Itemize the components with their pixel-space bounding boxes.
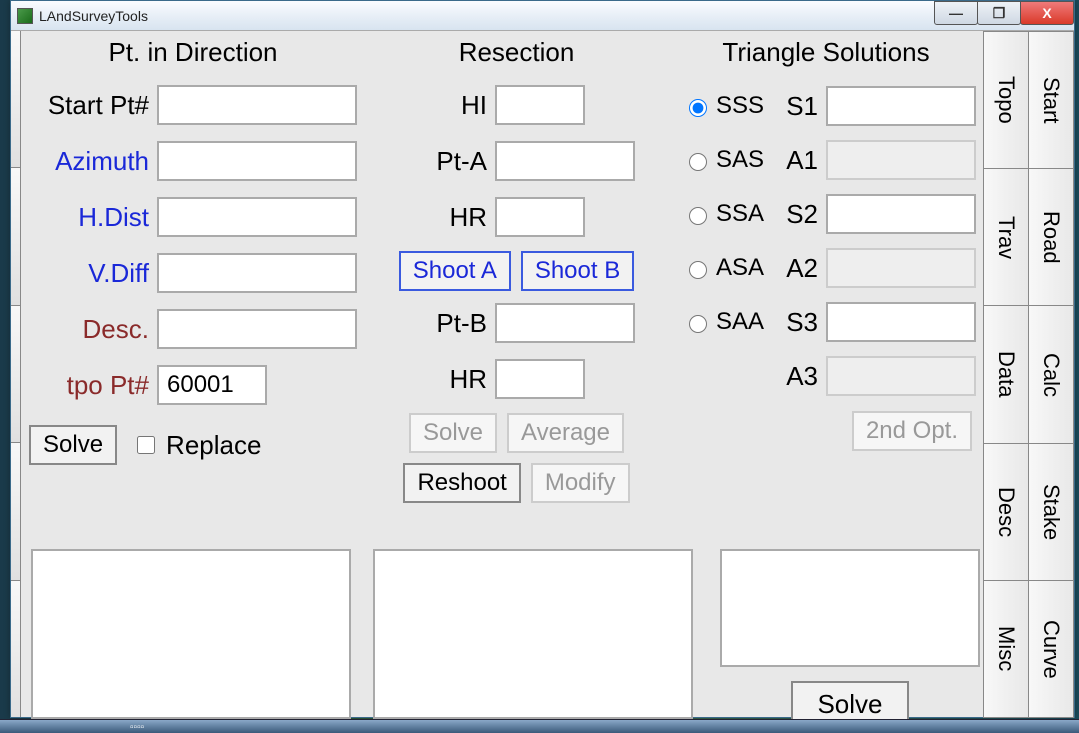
left-rail-tab[interactable] <box>11 168 20 305</box>
radio-sas[interactable]: SAS <box>676 146 776 174</box>
s2-input[interactable] <box>826 194 976 234</box>
azimuth-input[interactable] <box>157 141 357 181</box>
s3-label: S3 <box>776 307 826 338</box>
radio-ssa[interactable]: SSA <box>676 200 776 228</box>
pta-input[interactable] <box>495 141 635 181</box>
s3-input[interactable] <box>826 302 976 342</box>
solve-button[interactable]: Solve <box>29 425 117 465</box>
triangle-solutions-panel: Triangle Solutions SSS S1 SAS A1 SSA S2 <box>676 37 976 517</box>
left-rail-tab[interactable] <box>11 443 20 580</box>
start-pt-input[interactable] <box>157 85 357 125</box>
radio-saa-input[interactable] <box>689 315 707 333</box>
pta-label: Pt-A <box>367 146 495 177</box>
taskbar[interactable]: ▫▫▫▫ <box>0 719 1079 733</box>
radio-sas-input[interactable] <box>689 153 707 171</box>
panel-header: Resection <box>367 37 666 73</box>
a1-input[interactable] <box>826 140 976 180</box>
titlebar[interactable]: LAndSurveyTools — ❐ X <box>11 1 1074 31</box>
tab-stake[interactable]: Stake <box>1028 443 1074 581</box>
a1-label: A1 <box>776 145 826 176</box>
hi-label: HI <box>367 90 495 121</box>
second-opt-button[interactable]: 2nd Opt. <box>852 411 972 451</box>
tab-curve[interactable]: Curve <box>1028 580 1074 718</box>
taskbar-pins-icon: ▫▫▫▫ <box>130 722 144 733</box>
a2-input[interactable] <box>826 248 976 288</box>
hr-b-input[interactable] <box>495 359 585 399</box>
output-box-1[interactable] <box>31 549 351 719</box>
a3-input[interactable] <box>826 356 976 396</box>
hdist-input[interactable] <box>157 197 357 237</box>
desc-input[interactable] <box>157 309 357 349</box>
output-box-3[interactable] <box>720 549 980 667</box>
main-panel: Pt. in Direction Start Pt# Azimuth H.Dis… <box>21 31 984 717</box>
app-window: LAndSurveyTools — ❐ X Pt. in Direction S… <box>10 0 1075 718</box>
ptb-label: Pt-B <box>367 308 495 339</box>
tab-calc[interactable]: Calc <box>1028 305 1074 443</box>
pt-in-direction-panel: Pt. in Direction Start Pt# Azimuth H.Dis… <box>29 37 357 517</box>
window-title: LAndSurveyTools <box>39 8 148 24</box>
radio-ssa-input[interactable] <box>689 207 707 225</box>
work-area: Pt. in Direction Start Pt# Azimuth H.Dis… <box>11 31 1074 717</box>
left-rail <box>11 31 21 717</box>
vdiff-label: V.Diff <box>29 258 157 289</box>
hi-input[interactable] <box>495 85 585 125</box>
left-rail-tab[interactable] <box>11 31 20 168</box>
azimuth-label: Azimuth <box>29 146 157 177</box>
minimize-button[interactable]: — <box>934 1 978 25</box>
panel-header: Triangle Solutions <box>676 37 976 73</box>
vdiff-input[interactable] <box>157 253 357 293</box>
ptb-input[interactable] <box>495 303 635 343</box>
radio-sss[interactable]: SSS <box>676 92 776 120</box>
s2-label: S2 <box>776 199 826 230</box>
hr-a-label: HR <box>367 202 495 233</box>
radio-asa-input[interactable] <box>689 261 707 279</box>
tab-topo[interactable]: Topo <box>983 31 1029 169</box>
tab-road[interactable]: Road <box>1028 168 1074 306</box>
tab-data[interactable]: Data <box>983 305 1029 443</box>
tpo-pt-input[interactable] <box>157 365 267 405</box>
window-controls: — ❐ X <box>935 1 1074 25</box>
radio-sss-input[interactable] <box>689 99 707 117</box>
hdist-label: H.Dist <box>29 202 157 233</box>
resection-solve-button[interactable]: Solve <box>409 413 497 453</box>
hr-b-label: HR <box>367 364 495 395</box>
tab-start[interactable]: Start <box>1028 31 1074 169</box>
tab-trav[interactable]: Trav <box>983 168 1029 306</box>
reshoot-button[interactable]: Reshoot <box>403 463 520 503</box>
panel-header: Pt. in Direction <box>29 37 357 73</box>
outer-rail: Start Road Calc Stake Curve <box>1029 31 1074 717</box>
s1-input[interactable] <box>826 86 976 126</box>
a2-label: A2 <box>776 253 826 284</box>
a3-label: A3 <box>776 361 826 392</box>
resection-panel: Resection HI Pt-A HR Shoot A <box>367 37 666 517</box>
maximize-button[interactable]: ❐ <box>977 1 1021 25</box>
desc-label: Desc. <box>29 314 157 345</box>
app-icon <box>17 8 33 24</box>
output-area: Solve <box>31 549 991 728</box>
s1-label: S1 <box>776 91 826 122</box>
replace-checkbox-input[interactable] <box>137 436 155 454</box>
modify-button[interactable]: Modify <box>531 463 630 503</box>
radio-asa[interactable]: ASA <box>676 254 776 282</box>
start-pt-label: Start Pt# <box>29 90 157 121</box>
replace-checkbox[interactable]: Replace <box>133 430 261 461</box>
close-button[interactable]: X <box>1020 1 1074 25</box>
left-rail-tab[interactable] <box>11 581 20 717</box>
shoot-a-button[interactable]: Shoot A <box>399 251 511 291</box>
shoot-b-button[interactable]: Shoot B <box>521 251 634 291</box>
replace-label: Replace <box>166 430 261 461</box>
radio-saa[interactable]: SAA <box>676 308 776 336</box>
left-rail-tab[interactable] <box>11 306 20 443</box>
right-rail: Topo Trav Data Desc Misc Start Road Calc… <box>984 31 1074 717</box>
average-button[interactable]: Average <box>507 413 624 453</box>
hr-a-input[interactable] <box>495 197 585 237</box>
output-box-2[interactable] <box>373 549 693 719</box>
tpo-pt-label: tpo Pt# <box>29 370 157 401</box>
